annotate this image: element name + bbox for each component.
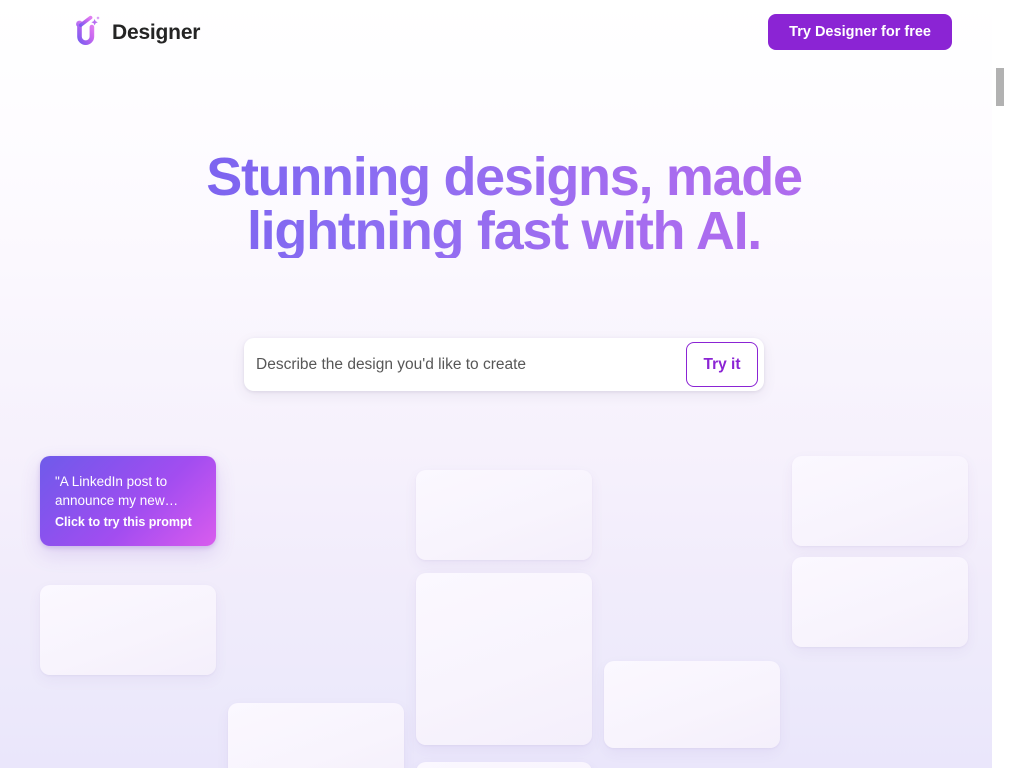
try-it-button[interactable]: Try it xyxy=(686,342,758,387)
magic-paintbrush-icon xyxy=(76,15,100,45)
hero-section: Stunning designs, made lightning fast wi… xyxy=(0,150,1008,258)
brand-logo-link[interactable]: Designer xyxy=(68,15,200,49)
gallery-tile-4[interactable] xyxy=(604,661,780,748)
prompt-suggestion-cta: Click to try this prompt xyxy=(55,515,192,530)
gallery-tile-1[interactable] xyxy=(40,585,216,675)
try-designer-for-free-button[interactable]: Try Designer for free xyxy=(768,13,952,51)
gallery-tile-5[interactable] xyxy=(792,456,968,546)
brand-name: Designer xyxy=(112,20,201,44)
site-header: Designer Try Designer for free xyxy=(0,0,1008,64)
prompt-input[interactable] xyxy=(244,339,686,390)
gallery-tile-8[interactable] xyxy=(416,762,592,768)
page-root: Designer Try Designer for free Stunning … xyxy=(0,0,1008,768)
prompt-bar: Try it xyxy=(244,338,764,391)
page-title: Stunning designs, made lightning fast wi… xyxy=(204,150,804,258)
gallery-tile-2[interactable] xyxy=(416,470,592,560)
gallery-tile-6[interactable] xyxy=(792,557,968,647)
prompt-suggestion-quote: "A LinkedIn post to announce my new… xyxy=(55,474,179,509)
gallery-tile-3[interactable] xyxy=(416,573,592,745)
prompt-suggestion-card[interactable]: "A LinkedIn post to announce my new… Cli… xyxy=(40,456,216,546)
gallery-tile-7[interactable] xyxy=(228,703,404,768)
vertical-scrollbar-thumb[interactable] xyxy=(996,68,1004,106)
vertical-scrollbar-track[interactable] xyxy=(992,0,1008,768)
